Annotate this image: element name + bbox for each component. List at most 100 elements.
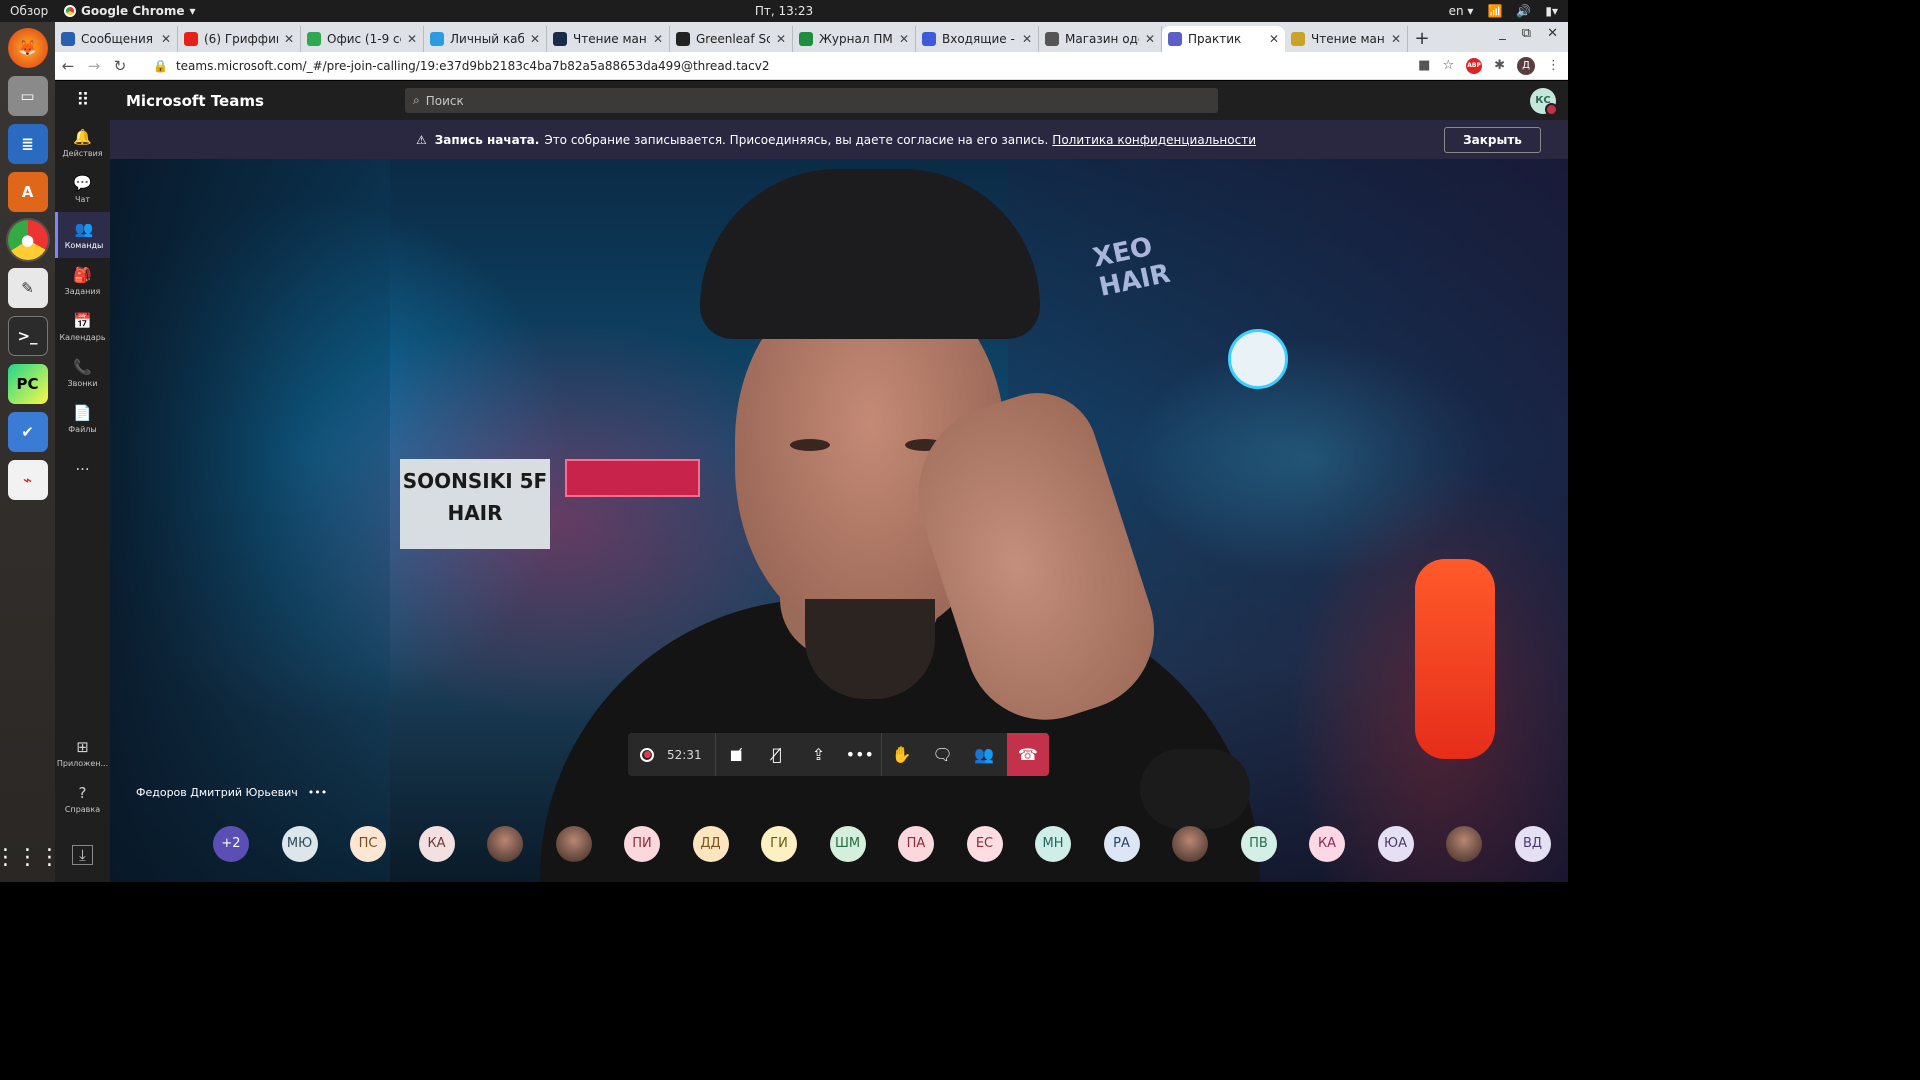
rail-item[interactable]: 🎒 Задания: [55, 258, 110, 304]
pdf-viewer-icon[interactable]: ⌁: [7, 460, 48, 500]
rail-item[interactable]: 🔔 Действия: [55, 120, 110, 166]
browser-tab[interactable]: Чтение ман ✕: [547, 26, 670, 52]
star-icon[interactable]: ☆: [1442, 58, 1454, 73]
participant-avatar[interactable]: ПА: [898, 826, 934, 862]
back-icon[interactable]: ←: [55, 57, 81, 75]
reload-icon[interactable]: ↻: [107, 57, 133, 75]
browser-tab[interactable]: Greenleaf Sc ✕: [670, 26, 793, 52]
participant-avatar[interactable]: ПС: [350, 826, 386, 862]
participant-avatar[interactable]: КА: [1309, 826, 1345, 862]
volume-icon[interactable]: 🔊: [1516, 4, 1531, 18]
camera-off-icon[interactable]: ◼̸: [715, 733, 756, 776]
writer-icon[interactable]: ≣: [7, 124, 48, 164]
camera-icon[interactable]: ■: [1418, 58, 1430, 73]
rail-item[interactable]: 📅 Календарь: [55, 304, 110, 350]
restore-icon[interactable]: ⧉: [1522, 26, 1531, 41]
tasks-icon[interactable]: ✔: [7, 412, 48, 452]
show-participants-icon[interactable]: 👥: [963, 733, 1004, 776]
participant-photo-avatar[interactable]: [555, 826, 592, 862]
language-indicator[interactable]: en ▾: [1449, 4, 1474, 18]
browser-tab[interactable]: Входящие - ✕: [916, 26, 1039, 52]
app-launcher-icon[interactable]: ⠿: [55, 90, 111, 111]
close-tab-icon[interactable]: ✕: [161, 32, 171, 46]
close-tab-icon[interactable]: ✕: [653, 32, 663, 46]
close-tab-icon[interactable]: ✕: [1269, 32, 1279, 46]
participant-avatar[interactable]: ГИ: [761, 826, 797, 862]
mic-off-icon[interactable]: 🎙̸: [756, 733, 797, 776]
system-tray[interactable]: en ▾ 📶 🔊 ▮▾: [1449, 4, 1558, 18]
browser-tab[interactable]: (6) Гриффин ✕: [178, 26, 301, 52]
browser-tab[interactable]: Журнал ПМ ✕: [793, 26, 916, 52]
close-tab-icon[interactable]: ✕: [776, 32, 786, 46]
adblock-icon[interactable]: ABP: [1466, 57, 1483, 74]
participant-avatar[interactable]: МН: [1035, 826, 1071, 862]
participant-photo-avatar[interactable]: [487, 826, 523, 862]
forward-icon[interactable]: →: [81, 57, 107, 75]
close-tab-icon[interactable]: ✕: [407, 32, 417, 46]
privacy-policy-link[interactable]: Политика конфиденциальности: [1052, 133, 1256, 147]
files-icon[interactable]: ▭: [7, 76, 48, 116]
user-avatar[interactable]: КС: [1530, 87, 1558, 116]
participant-avatar[interactable]: ВД: [1514, 826, 1551, 862]
download-app-icon[interactable]: ⤓: [55, 832, 110, 878]
speaker-more-icon[interactable]: •••: [308, 786, 327, 799]
show-applications-icon[interactable]: ⋮⋮⋮: [0, 845, 61, 870]
participant-avatar[interactable]: КА: [418, 826, 455, 862]
wifi-icon[interactable]: 📶: [1487, 4, 1502, 18]
rail-bottom-item[interactable]: ? Справка: [55, 776, 110, 822]
share-screen-icon[interactable]: ⇪: [798, 733, 839, 776]
terminal-icon[interactable]: >_: [7, 316, 48, 356]
rail-item[interactable]: 📄 Файлы: [55, 396, 110, 442]
activities-button[interactable]: Обзор: [0, 4, 56, 18]
new-tab-button[interactable]: +: [1408, 26, 1436, 52]
participant-avatar[interactable]: ПВ: [1240, 826, 1277, 862]
participant-avatar[interactable]: ШМ: [829, 826, 866, 862]
close-tab-icon[interactable]: ✕: [899, 32, 909, 46]
close-tab-icon[interactable]: ✕: [1391, 32, 1401, 46]
firefox-icon[interactable]: 🦊: [7, 28, 48, 68]
battery-icon[interactable]: ▮▾: [1545, 4, 1558, 18]
more-actions-icon[interactable]: •••: [839, 733, 880, 776]
lock-icon[interactable]: 🔒: [153, 59, 168, 73]
browser-tab[interactable]: Личный каб ✕: [424, 26, 547, 52]
rail-bottom-item[interactable]: ⊞ Приложен...: [55, 730, 110, 776]
rail-item[interactable]: 📞 Звонки: [55, 350, 110, 396]
pycharm-icon[interactable]: PC: [7, 364, 48, 404]
participant-avatar[interactable]: ЕС: [966, 826, 1003, 862]
participant-avatar[interactable]: РА: [1103, 826, 1140, 862]
profile-avatar[interactable]: Д: [1517, 56, 1535, 75]
show-conversation-icon[interactable]: 🗨: [922, 733, 963, 776]
kebab-menu-icon[interactable]: ⋮: [1547, 58, 1560, 73]
close-tab-icon[interactable]: ✕: [1022, 32, 1032, 46]
browser-tab[interactable]: Сообщения ✕: [55, 26, 178, 52]
participant-avatar[interactable]: ПИ: [624, 826, 660, 862]
minimize-icon[interactable]: _: [1499, 26, 1506, 41]
participant-photo-avatar[interactable]: [1172, 826, 1208, 862]
text-editor-icon[interactable]: ✎: [7, 268, 48, 308]
rail-item[interactable]: 💬 Чат: [55, 166, 110, 212]
browser-tab[interactable]: Практик ✕: [1162, 26, 1285, 52]
close-tab-icon[interactable]: ✕: [530, 32, 540, 46]
rail-more-icon[interactable]: ...: [55, 442, 110, 488]
rail-item[interactable]: 👥 Команды: [55, 212, 110, 258]
chrome-dock-icon[interactable]: ●: [5, 218, 50, 262]
browser-tab[interactable]: Чтение ман ✕: [1285, 26, 1408, 52]
url-field[interactable]: 🔒 teams.microsoft.com/_#/pre-join-callin…: [145, 54, 1395, 78]
participant-avatar[interactable]: МЮ: [281, 826, 318, 862]
software-center-icon[interactable]: A: [7, 172, 48, 212]
close-tab-icon[interactable]: ✕: [1145, 32, 1155, 46]
raise-hand-icon[interactable]: ✋: [880, 733, 922, 776]
close-banner-button[interactable]: Закрыть: [1444, 126, 1541, 153]
extensions-icon[interactable]: ✱: [1494, 58, 1505, 73]
close-tab-icon[interactable]: ✕: [284, 32, 294, 46]
participant-avatar[interactable]: ДД: [692, 826, 729, 862]
close-window-icon[interactable]: ✕: [1547, 26, 1558, 41]
participant-photo-avatar[interactable]: [1446, 826, 1482, 862]
search-input[interactable]: ⌕ Поиск: [405, 88, 1218, 113]
participant-avatar[interactable]: ЮА: [1377, 826, 1414, 862]
browser-tab[interactable]: Офис (1-9 се ✕: [301, 26, 424, 52]
hang-up-button[interactable]: ☎: [1006, 733, 1049, 776]
clock[interactable]: Пт, 13:23: [0, 4, 1568, 18]
app-menu[interactable]: Google Chrome ▾: [56, 4, 196, 18]
participant-avatar[interactable]: +2: [213, 826, 249, 862]
